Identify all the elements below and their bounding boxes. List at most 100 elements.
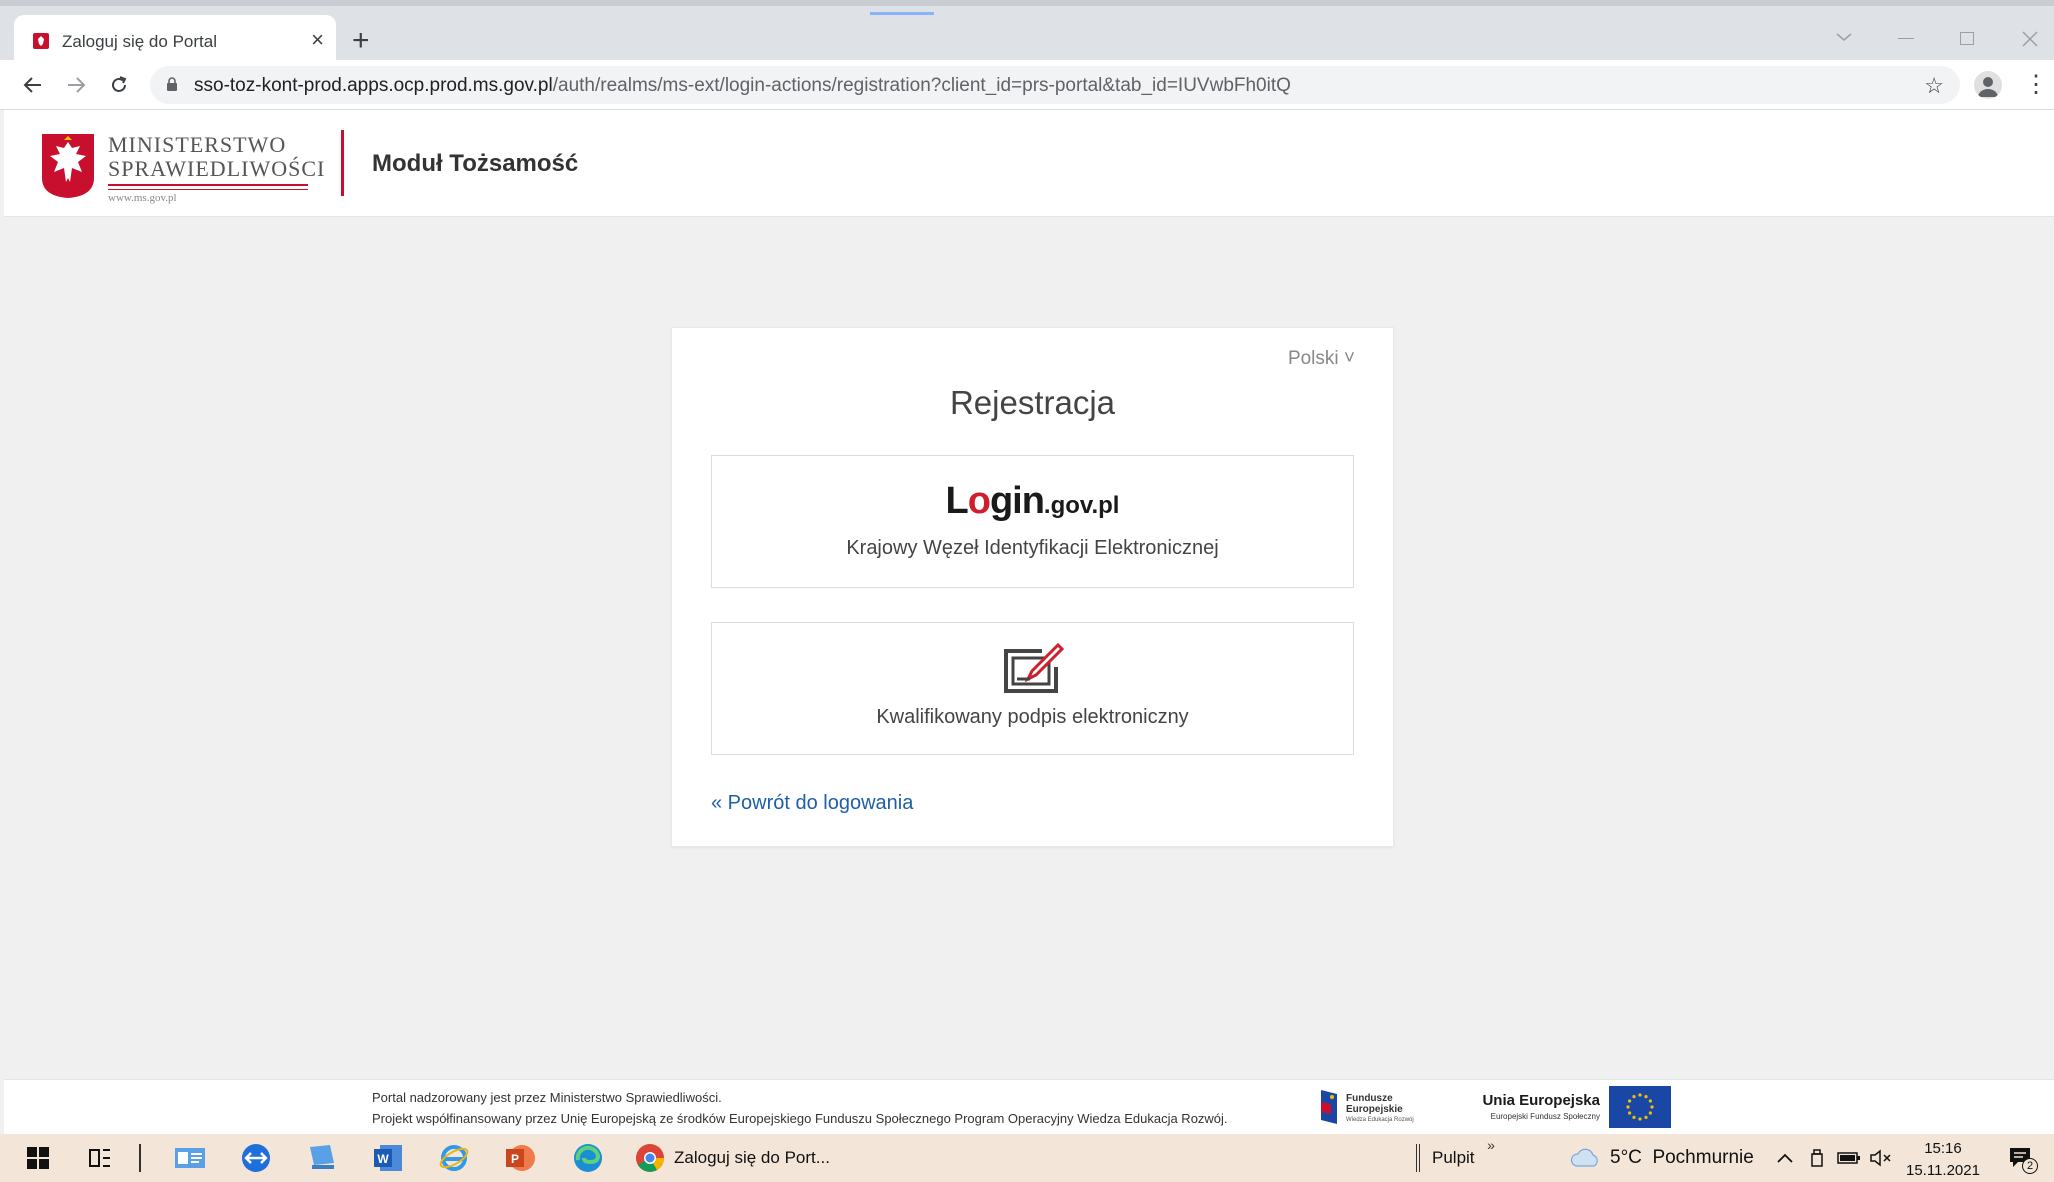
back-to-login-link[interactable]: « Powrót do logowania <box>711 792 913 815</box>
eu-subtitle: Europejski Fundusz Społeczny <box>1490 1112 1600 1121</box>
fe-name: Fundusze Europejskie <box>1346 1093 1403 1115</box>
restore-icon[interactable] <box>1960 32 1974 45</box>
new-tab-button[interactable]: + <box>352 26 370 56</box>
task-view-button[interactable] <box>84 1142 116 1174</box>
header-divider <box>341 130 344 196</box>
person-icon <box>1978 77 1998 97</box>
language-selector[interactable]: Polski ˅ <box>1288 348 1355 370</box>
minimize-icon[interactable] <box>1898 38 1914 39</box>
computer-icon <box>310 1145 334 1169</box>
page-title: Rejestracja <box>949 384 1116 421</box>
footer-line2: Projekt współfinansowany przez Unię Euro… <box>372 1111 1228 1126</box>
toolbar-overflow-chevron[interactable]: » <box>1484 1134 1498 1156</box>
ministry-name-line2: SPRAWIEDLIWOŚCI <box>108 156 326 181</box>
ministry-logo-text[interactable]: MINISTERSTWO SPRAWIEDLIWOŚCI www.ms.gov.… <box>108 132 325 204</box>
powerpoint-button[interactable]: P <box>502 1142 538 1174</box>
task-view-icon <box>89 1149 110 1167</box>
contacts-app-icon <box>175 1148 205 1168</box>
login-gov-option[interactable]: Login.gov.pl Krajowy Węzeł Identyfikacji… <box>711 455 1354 588</box>
taskbar-toolbar-separator <box>1414 1142 1422 1174</box>
powerpoint-icon: P <box>506 1145 535 1171</box>
teamviewer-icon <box>242 1144 270 1172</box>
fundusze-europejskie-logo-icon <box>1321 1090 1337 1124</box>
edge-button[interactable] <box>570 1142 606 1174</box>
fe-name-line1: Fundusze <box>1346 1093 1393 1104</box>
eu-flag-icon <box>1609 1086 1671 1128</box>
page-header: MINISTERSTWO SPRAWIEDLIWOŚCI www.ms.gov.… <box>4 110 2054 217</box>
system-clock[interactable]: 15:16 15.11.2021 <box>1906 1138 1980 1182</box>
windows-start-button[interactable] <box>22 1142 54 1174</box>
polish-eagle-emblem-icon[interactable] <box>40 132 96 200</box>
clock-date: 15.11.2021 <box>1906 1162 1980 1179</box>
fe-name-line2: Europejskie <box>1346 1104 1403 1115</box>
ministry-www: www.ms.gov.pl <box>108 192 177 204</box>
chevron-up-icon <box>1777 1153 1793 1163</box>
login-logo-gov: .gov.pl <box>1043 492 1120 519</box>
desktop-toolbar[interactable]: Pulpit <box>1432 1142 1482 1174</box>
app-button-3[interactable] <box>304 1142 340 1174</box>
notification-center-button[interactable]: 2 <box>2004 1142 2038 1174</box>
qualified-signature-option[interactable]: Kwalifikowany podpis elektroniczny <box>711 622 1354 755</box>
url-path: /auth/realms/ms-ext/login-actions/regist… <box>552 75 1291 96</box>
page-footer: Portal nadzorowany jest przez Ministerst… <box>4 1079 2054 1134</box>
svg-text:W: W <box>377 1152 389 1166</box>
arrow-right-icon <box>68 77 86 93</box>
chrome-window-title: Zaloguj się do Port... <box>674 1148 830 1167</box>
volume-muted-icon <box>1870 1149 1891 1167</box>
url-text: sso-toz-kont-prod.apps.ocp.prod.ms.gov.p… <box>194 75 1291 97</box>
arrow-left-icon <box>23 77 41 93</box>
login-gov-logo: Login.gov.pl <box>712 480 1353 523</box>
back-button[interactable] <box>18 70 48 100</box>
login-logo-gin: gin <box>989 480 1045 522</box>
chevron-icon: » <box>1487 1137 1495 1153</box>
eu-title: Unia Europejska <box>1482 1092 1600 1109</box>
address-bar[interactable]: sso-toz-kont-prod.apps.ocp.prod.ms.gov.p… <box>150 66 1960 104</box>
signature-document-icon <box>1003 642 1064 693</box>
clock-time: 15:16 <box>1924 1140 1962 1157</box>
windows-logo-icon <box>27 1147 49 1169</box>
browser-tab-active[interactable]: Zaloguj się do Portal × <box>14 15 336 66</box>
fe-subtitle: Wiedza Edukacja Rozwój <box>1346 1117 1414 1123</box>
volume-button[interactable] <box>1868 1142 1894 1174</box>
tab-title: Zaloguj się do Portal <box>62 32 217 51</box>
browser-menu-icon[interactable]: ⋮ <box>2024 70 2048 100</box>
browser-toolbar: sso-toz-kont-prod.apps.ocp.prod.ms.gov.p… <box>0 60 2054 110</box>
svg-text:P: P <box>511 1152 519 1166</box>
chrome-icon <box>636 1144 664 1172</box>
file-explorer-button[interactable] <box>172 1142 208 1174</box>
app-button-2[interactable] <box>238 1142 274 1174</box>
lock-icon <box>167 77 177 91</box>
desktop-label: Pulpit <box>1432 1148 1475 1167</box>
device-tray-button[interactable] <box>1806 1142 1828 1174</box>
ministry-logo-bars <box>108 184 308 190</box>
browser-tab-bar: Zaloguj się do Portal × + <box>0 0 2054 66</box>
internet-explorer-button[interactable] <box>436 1142 472 1174</box>
weather-widget[interactable]: 5°C Pochmurnie <box>1568 1142 1758 1174</box>
internet-explorer-icon <box>439 1145 469 1171</box>
ministry-favicon-icon <box>33 33 49 49</box>
usb-device-icon <box>1811 1149 1823 1167</box>
chrome-window-button[interactable]: Zaloguj się do Port... <box>634 1142 834 1174</box>
url-host: sso-toz-kont-prod.apps.ocp.prod.ms.gov.p… <box>194 75 553 96</box>
tab-close-icon[interactable]: × <box>311 29 324 51</box>
registration-card: Polski ˅ Rejestracja Login.gov.pl Krajow… <box>671 327 1394 847</box>
close-window-icon[interactable] <box>2022 31 2038 47</box>
reload-button[interactable] <box>104 70 134 100</box>
bookmark-star-icon[interactable]: ☆ <box>1924 73 1944 99</box>
tab-search-chevron-icon[interactable] <box>1836 32 1852 42</box>
battery-button[interactable] <box>1836 1142 1862 1174</box>
ministry-name-line1: MINISTERSTWO <box>108 132 287 157</box>
reload-icon <box>112 76 127 92</box>
word-button[interactable]: W <box>370 1142 406 1174</box>
module-title: Moduł Tożsamość <box>372 150 579 177</box>
edge-icon <box>574 1144 602 1172</box>
forward-button[interactable] <box>61 70 91 100</box>
login-gov-label: Krajowy Węzeł Identyfikacji Elektroniczn… <box>846 537 1219 559</box>
weather-text: 5°C Pochmurnie <box>1610 1147 1754 1168</box>
notification-count-badge: 2 <box>2022 1158 2038 1174</box>
profile-avatar-icon[interactable] <box>1974 71 2002 99</box>
footer-line1: Portal nadzorowany jest przez Ministerst… <box>372 1090 722 1105</box>
loading-indicator <box>870 12 934 15</box>
show-hidden-icons-button[interactable] <box>1774 1142 1796 1174</box>
taskbar-separator <box>136 1142 144 1174</box>
